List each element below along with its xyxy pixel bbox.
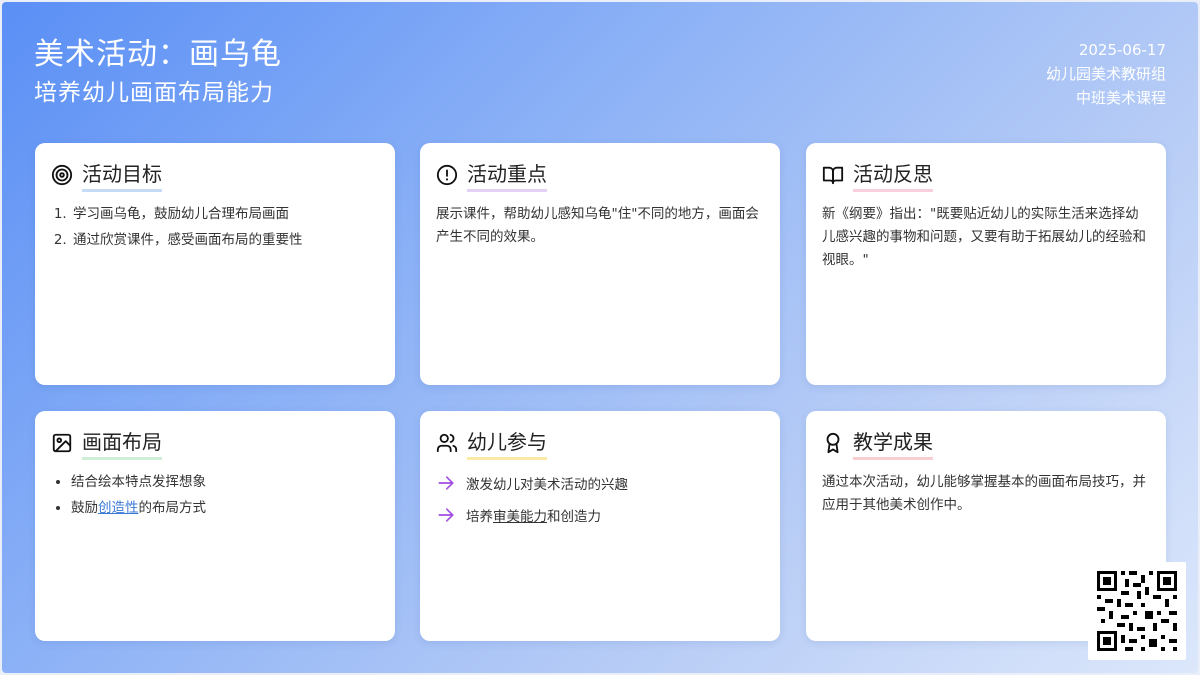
arrow-right-icon <box>436 505 456 525</box>
open-book-icon <box>822 164 844 186</box>
goals-list: 学习画乌龟，鼓励幼儿合理布局画面 通过欣赏课件，感受画面布局的重要性 <box>51 203 379 252</box>
arrow-right-icon <box>436 473 456 493</box>
card-goals: 活动目标 学习画乌龟，鼓励幼儿合理布局画面 通过欣赏课件，感受画面布局的重要性 <box>35 143 395 385</box>
participation-list: 激发幼儿对美术活动的兴趣 培养审美能力和创造力 <box>436 471 764 527</box>
list-item: 培养审美能力和创造力 <box>436 503 764 527</box>
layout-list: 结合绘本特点发挥想象 鼓励创造性的布局方式 <box>51 471 379 520</box>
list-item: 结合绘本特点发挥想象 <box>71 471 379 494</box>
alert-circle-icon <box>436 164 458 186</box>
reflection-text: 新《纲要》指出："既要贴近幼儿的实际生活来选择幼儿感兴趣的事物和问题，又要有助于… <box>822 206 1146 268</box>
card-header: 活动反思 <box>822 158 1150 192</box>
card-header: 幼儿参与 <box>436 426 764 460</box>
creativity-link[interactable]: 创造性 <box>98 500 139 516</box>
card-header: 活动目标 <box>51 158 379 192</box>
award-icon <box>822 432 844 454</box>
text-segment: 鼓励 <box>71 500 98 516</box>
outcome-text: 通过本次活动，幼儿能够掌握基本的画面布局技巧，并应用于其他美术创作中。 <box>822 474 1146 513</box>
list-item: 鼓励创造性的布局方式 <box>71 497 379 520</box>
list-item: 学习画乌龟，鼓励幼儿合理布局画面 <box>71 203 379 226</box>
card-title: 活动目标 <box>82 158 162 192</box>
text-segment: 和创造力 <box>547 509 601 525</box>
header-left: 美术活动：画乌龟 培养幼儿画面布局能力 <box>34 36 282 108</box>
card-layout: 画面布局 结合绘本特点发挥想象 鼓励创造性的布局方式 <box>35 411 395 641</box>
header-right: 2025-06-17 幼儿园美术教研组 中班美术课程 <box>1046 38 1166 110</box>
target-icon <box>51 164 73 186</box>
card-title: 活动反思 <box>853 158 933 192</box>
text-segment: 培养 <box>466 509 493 525</box>
card-title: 教学成果 <box>853 426 933 460</box>
qr-code-icon <box>1088 562 1186 660</box>
image-icon <box>51 432 73 454</box>
list-item: 激发幼儿对美术活动的兴趣 <box>436 471 764 495</box>
card-title: 画面布局 <box>82 426 162 460</box>
text-segment: 的布局方式 <box>138 500 207 516</box>
list-item-text: 激发幼儿对美术活动的兴趣 <box>466 477 628 493</box>
card-reflection: 活动反思 新《纲要》指出："既要贴近幼儿的实际生活来选择幼儿感兴趣的事物和问题，… <box>806 143 1166 385</box>
aesthetic-ability-text: 审美能力 <box>493 509 547 525</box>
page-subtitle: 培养幼儿画面布局能力 <box>34 80 274 106</box>
page-title: 美术活动：画乌龟 <box>34 37 282 72</box>
slide-background: 美术活动：画乌龟 培养幼儿画面布局能力 2025-06-17 幼儿园美术教研组 … <box>2 2 1198 673</box>
focus-text: 展示课件，帮助幼儿感知乌龟"住"不同的地方，画面会产生不同的效果。 <box>436 206 759 245</box>
card-header: 活动重点 <box>436 158 764 192</box>
card-participation: 幼儿参与 激发幼儿对美术活动的兴趣 培养审美能力和创造力 <box>420 411 780 641</box>
card-focus: 活动重点 展示课件，帮助幼儿感知乌龟"住"不同的地方，画面会产生不同的效果。 <box>420 143 780 385</box>
course-label: 中班美术课程 <box>1075 89 1166 107</box>
card-title: 幼儿参与 <box>467 426 547 460</box>
card-header: 教学成果 <box>822 426 1150 460</box>
users-icon <box>436 432 458 454</box>
org-label: 幼儿园美术教研组 <box>1045 65 1166 83</box>
list-item-text: 培养审美能力和创造力 <box>466 505 601 525</box>
list-item: 通过欣赏课件，感受画面布局的重要性 <box>71 229 379 252</box>
date-label: 2025-06-17 <box>1078 41 1166 59</box>
card-header: 画面布局 <box>51 426 379 460</box>
card-title: 活动重点 <box>467 158 547 192</box>
